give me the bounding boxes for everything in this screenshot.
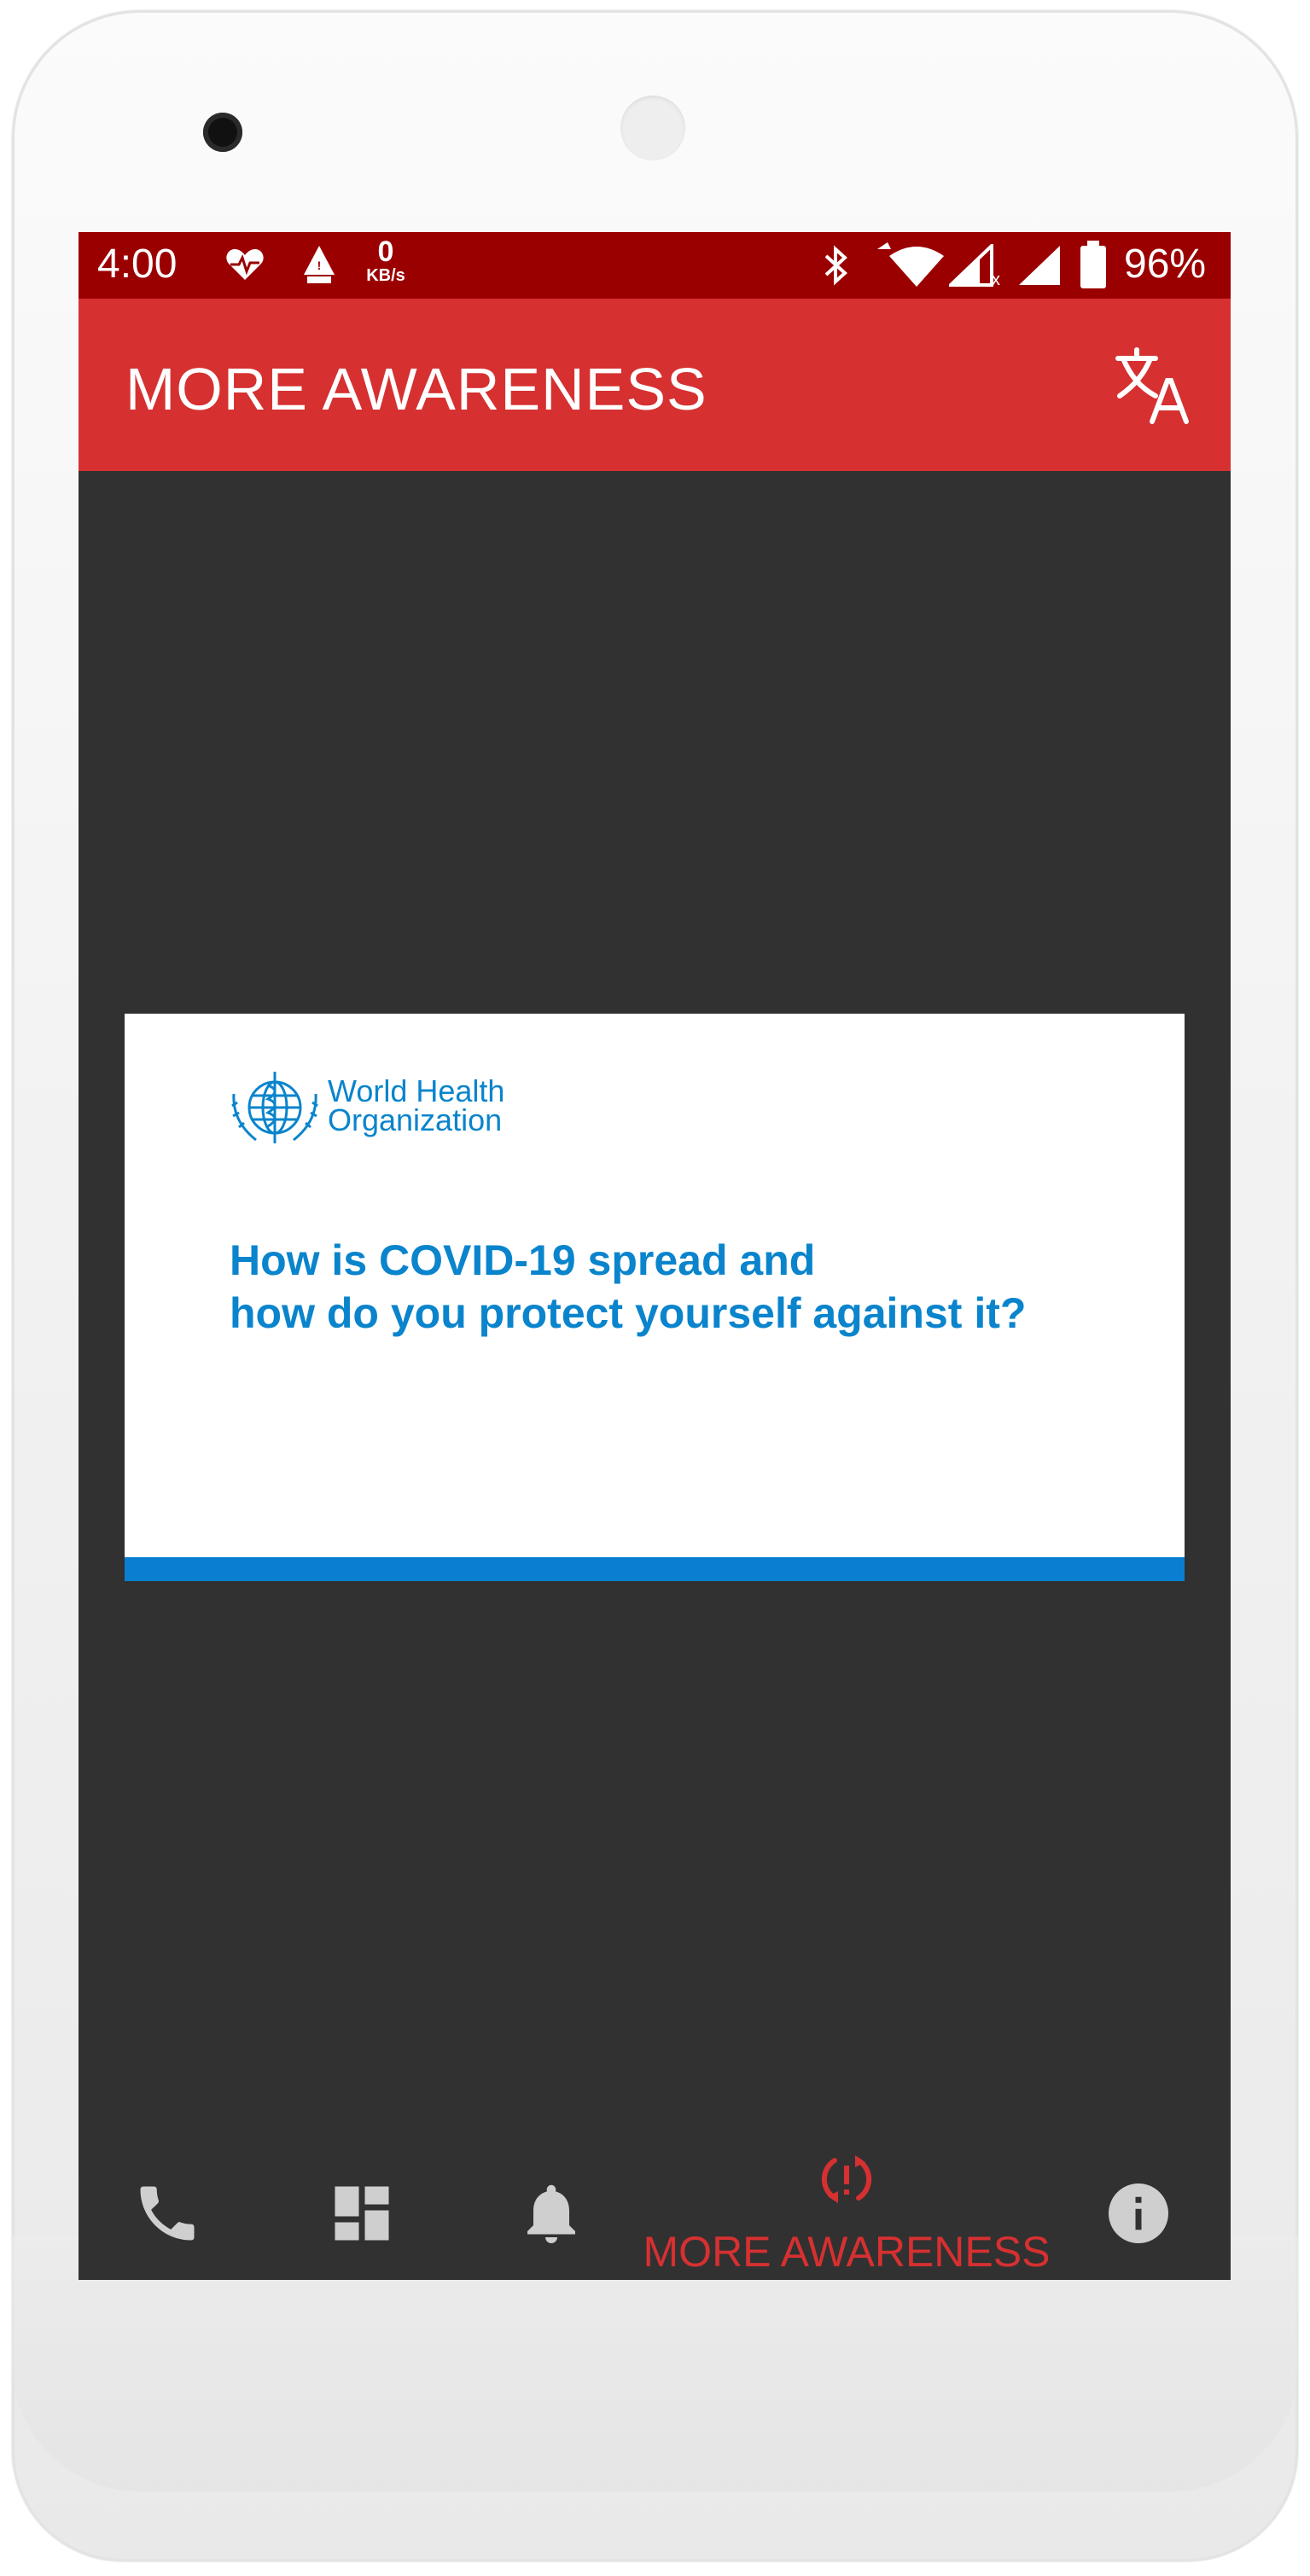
dashboard-icon: [335, 2186, 389, 2241]
signal-1-icon: x: [949, 244, 1000, 287]
nav-item-dashboard[interactable]: [326, 2178, 398, 2249]
signal-2-icon: [1019, 246, 1060, 285]
svg-text:x: x: [992, 270, 1000, 287]
nav-item-info[interactable]: [1103, 2178, 1174, 2249]
phone-icon: [140, 2186, 195, 2241]
heart-rate-icon: [226, 249, 264, 280]
who-org-name-line2: Organization: [328, 1102, 503, 1137]
network-speed-unit: KB/s: [366, 266, 405, 285]
nav-item-notifications[interactable]: [515, 2178, 587, 2249]
info-icon: [1109, 2183, 1168, 2243]
network-speed-value: 0: [377, 236, 394, 268]
who-logo-icon: [231, 1072, 318, 1143]
card-headline: How is COVID-19 spread and how do you pr…: [230, 1234, 1026, 1340]
who-org-name-line1: World Health: [328, 1073, 505, 1108]
app-bar: MORE AWARENESS: [79, 299, 1231, 471]
bottom-navigation: MORE AWARENESS: [79, 2143, 1231, 2280]
svg-text:!: !: [317, 259, 322, 272]
screen: 4:00 ! 0 KB/s x 96% MORE AWARENESS World…: [79, 232, 1231, 2280]
alert-badge-icon: !: [304, 246, 335, 283]
battery-icon: [1080, 241, 1106, 288]
nav-item-call[interactable]: [131, 2178, 203, 2249]
translate-button[interactable]: [1111, 343, 1196, 428]
network-speed: 0 KB/s: [360, 237, 411, 285]
wifi-icon: [877, 242, 944, 287]
who-info-card[interactable]: World Health Organization How is COVID-1…: [125, 1014, 1185, 1581]
awareness-icon: [821, 2155, 872, 2203]
nav-item-more-awareness[interactable]: MORE AWARENESS: [642, 2143, 1051, 2280]
front-camera: [203, 113, 242, 152]
status-bar: 4:00 ! 0 KB/s x 96%: [79, 232, 1231, 299]
earpiece: [620, 96, 685, 160]
card-headline-line2: how do you protect yourself against it?: [230, 1289, 1027, 1337]
battery-percentage: 96%: [1124, 241, 1207, 287]
page-title: MORE AWARENESS: [125, 356, 707, 422]
card-accent-bar: [125, 1557, 1185, 1581]
who-org-name: World Health Organization: [328, 1073, 505, 1137]
translate-icon: [1115, 347, 1189, 424]
card-headline-line1: How is COVID-19 spread and: [230, 1236, 816, 1284]
nav-item-more-awareness-label: MORE AWARENESS: [643, 2228, 1051, 2276]
bluetooth-icon: [824, 245, 847, 286]
status-time: 4:00: [97, 241, 178, 287]
bell-icon: [527, 2184, 575, 2243]
